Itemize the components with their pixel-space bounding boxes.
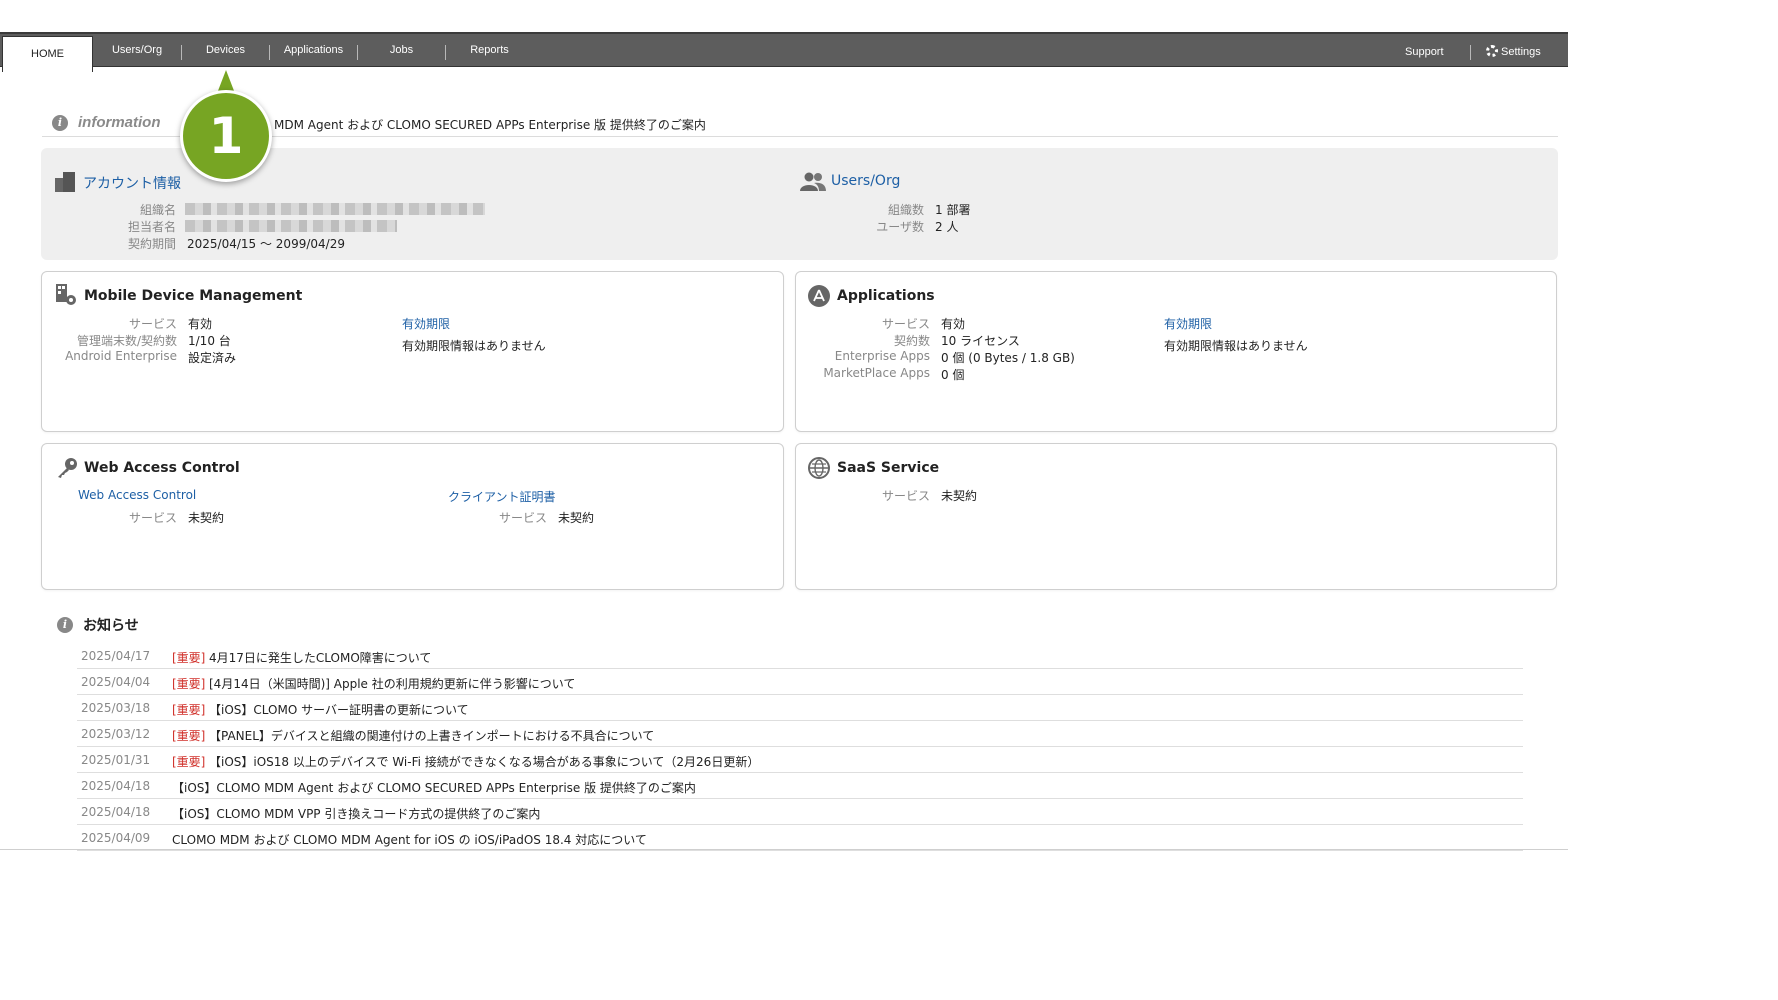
mdm-expiry-text: 有効期限情報はありません: [402, 339, 546, 353]
account-info-title[interactable]: アカウント情報: [83, 173, 181, 193]
settings-link[interactable]: Settings: [1486, 34, 1541, 67]
important-tag: [重要]: [172, 677, 206, 691]
news-link[interactable]: 【iOS】CLOMO MDM VPP 引き換えコード方式の提供終了のご案内: [172, 805, 540, 822]
wac-service-label: サービス: [128, 511, 177, 525]
news-info-icon: i: [57, 617, 73, 633]
mdm-expiry-link[interactable]: 有効期限: [402, 315, 450, 332]
apps-service-label: サービス: [881, 317, 930, 331]
mdm-android-value: 設定済み: [188, 351, 237, 365]
mdm-service-label: サービス: [128, 317, 177, 331]
apps-contract-value: 10 ライセンス: [941, 334, 1020, 348]
key-icon: [56, 457, 78, 479]
org-count-value: 1 部署: [935, 203, 971, 217]
cert-service-label: サービス: [498, 511, 547, 525]
news-link[interactable]: [4月14日（米国時間)] Apple 社の利用規約更新に伴う影響について: [209, 675, 575, 692]
user-count-value: 2 人: [935, 220, 959, 234]
important-tag: [重要]: [172, 755, 206, 769]
person-name-label: 担当者名: [127, 220, 176, 234]
building-icon: [55, 172, 75, 192]
mdm-devices-label: 管理端末数/契約数: [76, 334, 177, 348]
news-link[interactable]: 【iOS】CLOMO MDM Agent および CLOMO SECURED A…: [172, 779, 696, 796]
mdm-title: Mobile Device Management: [84, 288, 303, 304]
users-org-title[interactable]: Users/Org: [831, 173, 900, 189]
apps-service-value: 有効: [941, 317, 966, 331]
step-callout: 1: [180, 70, 272, 182]
information-text[interactable]: MDM Agent および CLOMO SECURED APPs Enterpr…: [274, 116, 706, 133]
nav-divider: [1470, 45, 1471, 60]
news-date: 2025/04/18: [81, 805, 151, 819]
cert-service-value: 未契約: [558, 511, 595, 525]
redacted-org-name: [185, 203, 485, 215]
news-item[interactable]: 2025/01/31 [重要] 【iOS】iOS18 以上のデバイスで Wi-Fi …: [77, 747, 1523, 773]
tab-devices[interactable]: Devices: [182, 34, 269, 67]
apps-marketplace-value: 0 個: [941, 368, 965, 382]
applications-title: Applications: [837, 288, 935, 304]
apps-expiry-link[interactable]: 有効期限: [1164, 315, 1212, 332]
apps-enterprise-label: Enterprise Apps: [834, 349, 930, 363]
callout-number: 1: [208, 107, 244, 165]
contract-period-value: 2025/04/15 ～ 2099/04/29: [187, 237, 345, 251]
news-item[interactable]: 2025/04/18 【iOS】CLOMO MDM VPP 引き換えコード方式の提…: [77, 799, 1523, 825]
saas-service-label: サービス: [881, 489, 930, 503]
news-date: 2025/03/12: [81, 727, 151, 741]
users-icon: [800, 172, 826, 192]
important-tag: [重要]: [172, 651, 206, 665]
apps-expiry-text: 有効期限情報はありません: [1164, 339, 1308, 353]
news-item[interactable]: 2025/03/18 [重要] 【iOS】CLOMO サーバー証明書の更新について: [77, 695, 1523, 721]
important-tag: [重要]: [172, 703, 206, 717]
information-label: information: [78, 114, 161, 131]
apps-contract-label: 契約数: [893, 334, 930, 348]
news-date: 2025/03/18: [81, 701, 151, 715]
wac-link[interactable]: Web Access Control: [78, 488, 196, 502]
mdm-android-label: Android Enterprise: [65, 349, 177, 363]
news-item[interactable]: 2025/04/18 【iOS】CLOMO MDM Agent および CLOMO…: [77, 773, 1523, 799]
app-store-icon: [808, 285, 830, 307]
saas-service-value: 未契約: [941, 489, 978, 503]
wac-title: Web Access Control: [84, 460, 240, 476]
gear-icon: [1486, 45, 1498, 57]
divider: [0, 849, 1568, 850]
tab-users-org[interactable]: Users/Org: [93, 34, 181, 67]
news-item[interactable]: 2025/04/04 [重要] [4月14日（米国時間)] Apple 社の利用規約…: [77, 669, 1523, 695]
org-name-label: 組織名: [139, 203, 176, 217]
client-cert-link[interactable]: クライアント証明書: [448, 488, 556, 505]
news-item[interactable]: 2025/04/17 [重要] 4月17日に発生したCLOMO障害について: [77, 643, 1523, 669]
news-date: 2025/04/04: [81, 675, 151, 689]
news-link[interactable]: 【iOS】CLOMO サーバー証明書の更新について: [209, 701, 469, 718]
news-link[interactable]: 【PANEL】デバイスと組織の関連付けの上書きインポートにおける不具合について: [209, 727, 654, 744]
apps-marketplace-label: MarketPlace Apps: [823, 366, 930, 380]
news-title: お知らせ: [83, 618, 139, 634]
contract-period-label: 契約期間: [127, 237, 176, 251]
info-icon: i: [52, 115, 68, 131]
apps-enterprise-value: 0 個 (0 Bytes / 1.8 GB): [941, 351, 1075, 365]
tab-reports[interactable]: Reports: [446, 34, 533, 67]
news-date: 2025/04/17: [81, 649, 151, 663]
important-tag: [重要]: [172, 729, 206, 743]
tab-home[interactable]: HOME: [2, 36, 93, 72]
news-link[interactable]: 4月17日に発生したCLOMO障害について: [209, 649, 431, 666]
news-date: 2025/01/31: [81, 753, 151, 767]
news-link[interactable]: 【iOS】iOS18 以上のデバイスで Wi-Fi 接続ができなくなる場合がある…: [209, 753, 759, 770]
top-nav-bar: HOME Users/Org Devices Applications Jobs…: [0, 32, 1568, 72]
tab-jobs[interactable]: Jobs: [358, 34, 445, 67]
news-link[interactable]: CLOMO MDM および CLOMO MDM Agent for iOS の …: [172, 831, 647, 848]
news-date: 2025/04/18: [81, 779, 151, 793]
wac-service-value: 未契約: [188, 511, 225, 525]
support-link[interactable]: Support: [1405, 34, 1444, 67]
settings-label: Settings: [1501, 46, 1541, 58]
news-date: 2025/04/09: [81, 831, 151, 845]
user-count-label: ユーザ数: [876, 220, 924, 234]
mdm-service-value: 有効: [188, 317, 213, 331]
globe-icon: [808, 457, 830, 479]
device-gear-icon: [56, 284, 76, 305]
news-item[interactable]: 2025/04/09 CLOMO MDM および CLOMO MDM Agent …: [77, 825, 1523, 851]
news-item[interactable]: 2025/03/12 [重要] 【PANEL】デバイスと組織の関連付けの上書きインポ…: [77, 721, 1523, 747]
org-count-label: 組織数: [887, 203, 924, 217]
mdm-devices-value: 1/10 台: [188, 334, 231, 348]
tab-applications[interactable]: Applications: [270, 34, 357, 67]
redacted-person-name: [185, 220, 397, 232]
saas-title: SaaS Service: [837, 460, 940, 476]
